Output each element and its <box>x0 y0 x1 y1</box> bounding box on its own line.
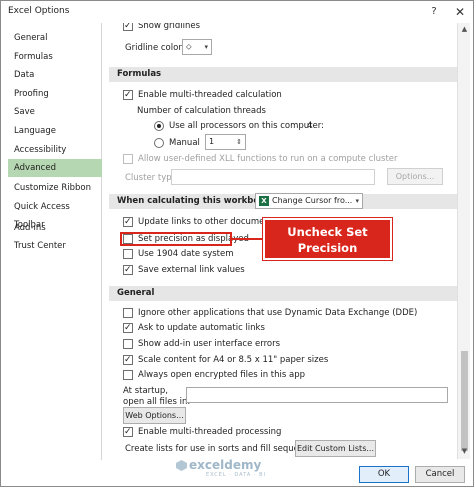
update-links-checkbox[interactable] <box>123 215 133 229</box>
addin-errors-checkbox[interactable] <box>123 339 133 349</box>
cancel-button[interactable]: Cancel <box>415 466 465 483</box>
startup-folder-input[interactable] <box>186 387 448 403</box>
dialog-title: Excel Options <box>8 6 70 16</box>
multithreaded-processing-checkbox[interactable] <box>123 425 133 439</box>
general-section-header: General <box>109 286 457 301</box>
sidebar-item-proofing[interactable]: Proofing <box>8 85 102 103</box>
sidebar-item-save[interactable]: Save <box>8 103 102 121</box>
scrollbar-thumb[interactable] <box>461 351 468 451</box>
open-encrypted-checkbox[interactable] <box>123 370 133 380</box>
gridline-color-picker[interactable]: ⬦ ▾ <box>182 39 212 55</box>
excel-icon: X <box>259 196 269 206</box>
workbook-selector[interactable]: X Change Cursor fro... ▾ <box>255 193 363 209</box>
spinner-arrows-icon[interactable]: ⇕ <box>236 135 242 149</box>
show-gridlines-checkbox[interactable] <box>123 23 133 33</box>
uncheck-precision-callout: Uncheck Set Precision <box>262 217 393 261</box>
close-icon[interactable]: ✕ <box>452 4 468 20</box>
scale-content-checkbox[interactable] <box>123 353 133 367</box>
title-bar: Excel Options ? ✕ <box>1 1 473 23</box>
xll-cluster-checkbox[interactable] <box>123 154 133 164</box>
chevron-down-icon: ▾ <box>204 43 208 51</box>
sidebar-item-general[interactable]: General <box>8 29 102 47</box>
cluster-options-button[interactable]: Options... <box>387 168 443 185</box>
sidebar-item-accessibility[interactable]: Accessibility <box>8 141 102 159</box>
web-options-button[interactable]: Web Options... <box>123 407 186 424</box>
paint-bucket-icon: ⬦ <box>186 42 192 51</box>
sidebar-item-data[interactable]: Data <box>8 66 102 84</box>
excel-options-dialog: Excel Options ? ✕ General Formulas Data … <box>0 0 474 487</box>
dialog-footer: OK Cancel <box>1 460 473 486</box>
set-precision-highlight <box>120 232 232 246</box>
cluster-type-field[interactable] <box>171 169 375 185</box>
use-all-processors-radio[interactable] <box>154 121 164 131</box>
sidebar-item-advanced[interactable]: Advanced <box>8 159 102 177</box>
sidebar-item-language[interactable]: Language <box>8 122 102 140</box>
sidebar-item-trust-center[interactable]: Trust Center <box>8 237 102 255</box>
multithreaded-calculation-checkbox[interactable] <box>123 88 133 102</box>
scroll-up-icon[interactable]: ▲ <box>460 25 469 34</box>
sidebar-item-quick-access-toolbar[interactable]: Quick Access Toolbar <box>8 198 102 230</box>
sidebar-item-formulas[interactable]: Formulas <box>8 48 102 66</box>
options-sidebar: General Formulas Data Proofing Save Lang… <box>6 23 102 460</box>
options-scrollbar[interactable]: ▲ ▼ <box>457 23 470 459</box>
manual-threads-radio[interactable] <box>154 138 164 148</box>
formulas-section-header: Formulas <box>109 67 457 82</box>
edit-custom-lists-button[interactable]: Edit Custom Lists... <box>295 440 376 457</box>
date-system-checkbox[interactable] <box>123 249 133 259</box>
help-icon[interactable]: ? <box>426 4 442 20</box>
ok-button[interactable]: OK <box>359 466 409 483</box>
gridline-color-label: Gridline color <box>125 43 182 53</box>
save-external-links-checkbox[interactable] <box>123 263 133 277</box>
ask-update-links-checkbox[interactable] <box>123 321 133 335</box>
manual-threads-spinner[interactable]: 1 ⇕ <box>205 134 246 150</box>
sidebar-item-customize-ribbon[interactable]: Customize Ribbon <box>8 179 102 197</box>
custom-lists-label: Create lists for use in sorts and fill s… <box>125 444 322 454</box>
sidebar-item-add-ins[interactable]: Add-ins <box>8 219 102 237</box>
calculation-threads-label: Number of calculation threads <box>137 106 266 116</box>
scroll-down-icon[interactable]: ▼ <box>460 447 469 456</box>
chevron-down-icon: ▾ <box>355 197 359 205</box>
ignore-dde-checkbox[interactable] <box>123 308 133 318</box>
processor-count: 4 <box>307 121 313 131</box>
callout-connector <box>232 238 264 240</box>
